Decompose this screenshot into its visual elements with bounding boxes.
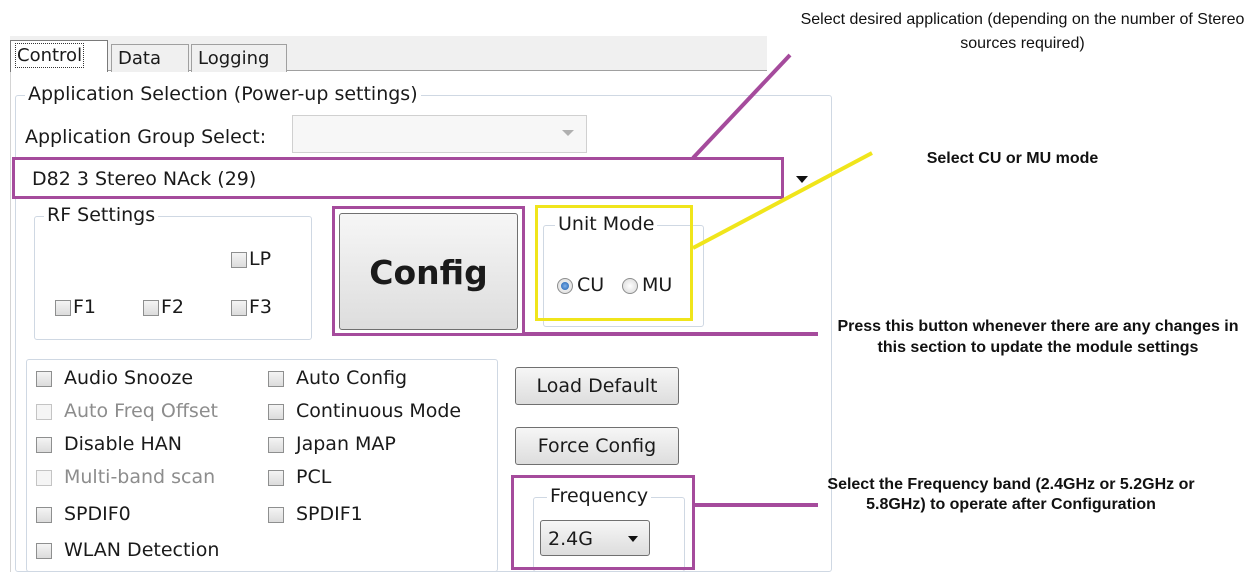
- frequency-annotation: Select the Frequency band (2.4GHz or 5.2…: [827, 476, 1195, 513]
- unit-mode-callout-line: [692, 151, 873, 250]
- config-annotation: Press this button whenever there are any…: [837, 318, 1239, 356]
- application-callout-line: [691, 53, 792, 160]
- unit-mode-annotation: Select CU or MU mode: [926, 150, 1099, 167]
- application-annotation: Select desired application (depending on…: [800, 11, 1245, 52]
